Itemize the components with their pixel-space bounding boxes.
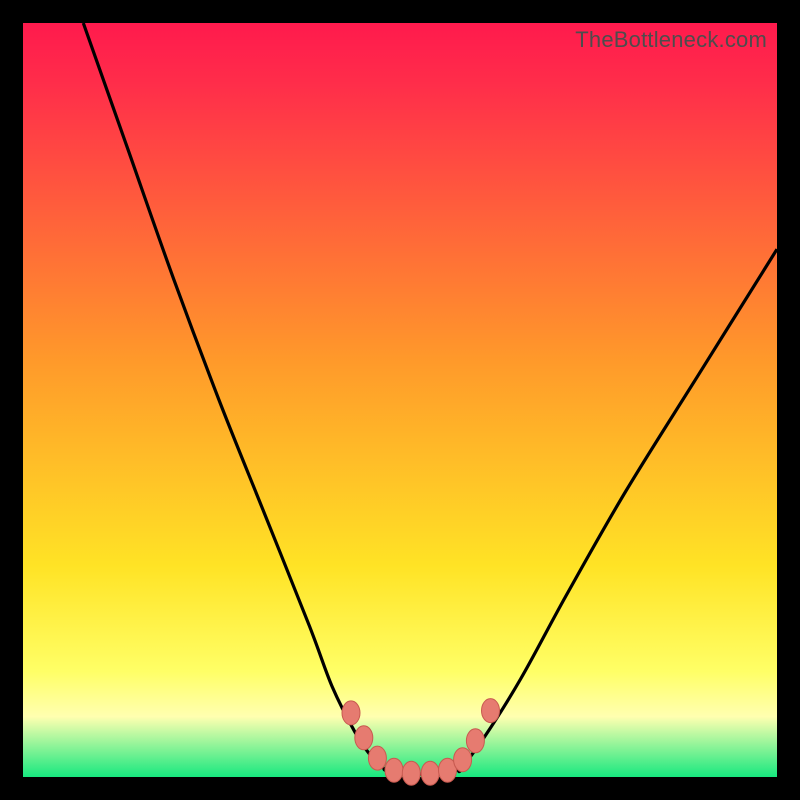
valley-marker [466,729,484,753]
bottleneck-curve [23,23,777,777]
curve-path [83,23,777,774]
valley-marker [454,748,472,772]
valley-marker [482,699,500,723]
valley-marker [402,761,420,785]
valley-marker [342,701,360,725]
valley-marker [355,726,373,750]
valley-marker [385,758,403,782]
plot-area: TheBottleneck.com [23,23,777,777]
valley-markers [342,699,500,786]
valley-marker [368,746,386,770]
chart-frame: TheBottleneck.com [0,0,800,800]
valley-marker [421,761,439,785]
